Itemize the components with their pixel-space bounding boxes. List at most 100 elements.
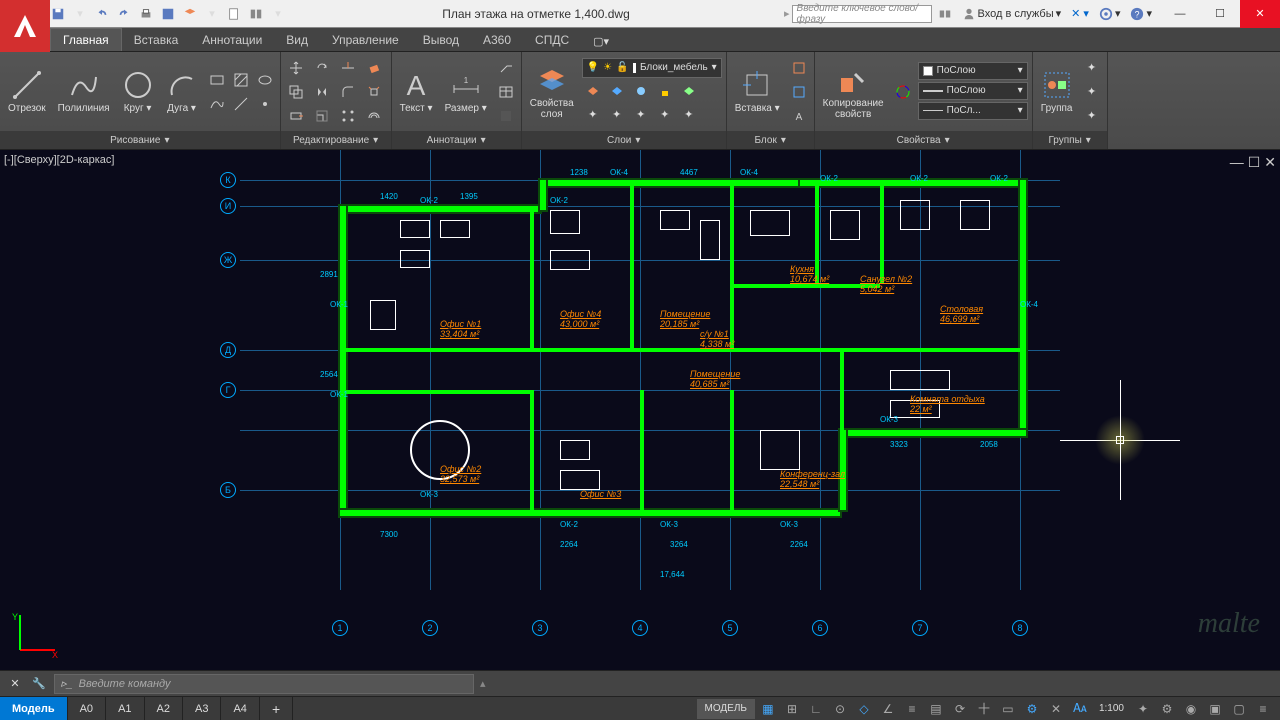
layout-tab-a1[interactable]: А1 bbox=[106, 697, 144, 720]
linetype-selector[interactable]: ПоСл...▾ bbox=[918, 102, 1028, 120]
app-menu-button[interactable] bbox=[0, 0, 50, 52]
hardware-icon[interactable]: ◉ bbox=[1180, 699, 1202, 719]
qat-save-icon[interactable] bbox=[48, 4, 68, 24]
rotate-icon[interactable] bbox=[311, 57, 333, 79]
spline-icon[interactable] bbox=[206, 93, 228, 115]
clean-screen-icon[interactable]: ▢ bbox=[1228, 699, 1250, 719]
group-button[interactable]: Группа bbox=[1037, 67, 1077, 116]
layout-tab-a2[interactable]: А2 bbox=[145, 697, 183, 720]
layer-freeze-icon[interactable] bbox=[630, 80, 652, 102]
scale-display[interactable]: 1:100 bbox=[1093, 703, 1130, 714]
viewport-minimize-icon[interactable]: — bbox=[1230, 154, 1244, 171]
view-label[interactable]: [-][Сверху][2D-каркас] bbox=[4, 154, 114, 166]
command-input[interactable]: ▹_ Введите команду bbox=[54, 674, 474, 694]
match-props-button[interactable]: Копирование свойств bbox=[819, 62, 888, 122]
layer-lock-icon[interactable] bbox=[654, 80, 676, 102]
anno-scale-icon[interactable]: 🗛 bbox=[1069, 699, 1091, 719]
create-block-icon[interactable] bbox=[788, 57, 810, 79]
layer-iso-icon[interactable] bbox=[606, 80, 628, 102]
polyline-button[interactable]: Полилиния bbox=[54, 67, 114, 116]
infocenter-icon[interactable]: ▾ bbox=[1095, 7, 1125, 21]
lweight-icon[interactable]: ≡ bbox=[901, 699, 923, 719]
help-icon[interactable]: ? ▾ bbox=[1126, 7, 1156, 21]
layer-props-button[interactable]: Свойства слоя bbox=[526, 62, 578, 122]
isolate-icon[interactable]: ▣ bbox=[1204, 699, 1226, 719]
dyn-input-icon[interactable]: 十 bbox=[973, 699, 995, 719]
array-icon[interactable] bbox=[337, 105, 359, 127]
tab-annotate[interactable]: Аннотации bbox=[190, 29, 274, 51]
layer-on-icon[interactable]: ✦ bbox=[582, 104, 604, 126]
signin-link[interactable]: Вход в службы ▾ bbox=[958, 7, 1066, 21]
construction-icon[interactable] bbox=[230, 93, 252, 115]
tab-insert[interactable]: Вставка bbox=[122, 29, 191, 51]
cycling-icon[interactable]: ⟳ bbox=[949, 699, 971, 719]
ortho-icon[interactable]: ∟ bbox=[805, 699, 827, 719]
customize-status-icon[interactable]: ≡ bbox=[1252, 699, 1274, 719]
edit-attr-icon[interactable]: A bbox=[788, 105, 810, 127]
layer-uniso-icon[interactable]: ✦ bbox=[606, 104, 628, 126]
ws-switch-icon[interactable]: ⚙ bbox=[1156, 699, 1178, 719]
workspace-icon[interactable]: ⚙ bbox=[1021, 699, 1043, 719]
viewport-close-icon[interactable]: ✕ bbox=[1264, 154, 1276, 171]
layer-thaw-icon[interactable]: ✦ bbox=[630, 104, 652, 126]
panel-groups-title[interactable]: Группы ▾ bbox=[1033, 131, 1107, 149]
dimension-button[interactable]: 1 Размер ▾ bbox=[441, 67, 491, 116]
layer-prev-icon[interactable]: ✦ bbox=[678, 104, 700, 126]
table-icon[interactable] bbox=[495, 81, 517, 103]
offset-icon[interactable] bbox=[363, 105, 385, 127]
panel-annotation-title[interactable]: Аннотации ▾ bbox=[392, 131, 521, 149]
layout-tab-a0[interactable]: А0 bbox=[68, 697, 106, 720]
cmd-customize-icon[interactable]: 🔧 bbox=[30, 675, 48, 693]
qat-undo-icon[interactable] bbox=[92, 4, 112, 24]
qat-more-icon[interactable]: ▾ bbox=[268, 4, 288, 24]
tab-manage[interactable]: Управление bbox=[320, 29, 411, 51]
color-selector[interactable]: ПоСлою▾ bbox=[918, 62, 1028, 80]
qat-props-icon[interactable] bbox=[246, 4, 266, 24]
viewport-maximize-icon[interactable]: ☐ bbox=[1248, 154, 1261, 171]
polar-icon[interactable]: ⊙ bbox=[829, 699, 851, 719]
anno-monitor-icon[interactable]: ✕ bbox=[1045, 699, 1067, 719]
autodesk-360-icon[interactable] bbox=[934, 7, 956, 21]
otrack-icon[interactable]: ∠ bbox=[877, 699, 899, 719]
group-bbox-icon[interactable]: ✦ bbox=[1081, 105, 1103, 127]
layer-selector[interactable]: 💡 ☀ 🔓 Блоки_мебель ▾ bbox=[582, 58, 722, 78]
copy-icon[interactable] bbox=[285, 81, 307, 103]
maximize-button[interactable]: ☐ bbox=[1200, 0, 1240, 28]
trim-icon[interactable] bbox=[337, 57, 359, 79]
tab-visibility-icon[interactable]: ▢▾ bbox=[589, 31, 613, 51]
qat-sheet-icon[interactable] bbox=[224, 4, 244, 24]
qat-redo-icon[interactable] bbox=[114, 4, 134, 24]
close-button[interactable]: ✕ bbox=[1240, 0, 1280, 28]
arc-button[interactable]: Дуга ▾ bbox=[162, 67, 202, 116]
tab-spds[interactable]: СПДС bbox=[523, 29, 581, 51]
qat-layers-icon[interactable] bbox=[180, 4, 200, 24]
layer-off-icon[interactable] bbox=[582, 80, 604, 102]
point-icon[interactable] bbox=[254, 93, 276, 115]
search-input[interactable]: Введите ключевое слово/фразу bbox=[792, 5, 932, 23]
panel-block-title[interactable]: Блок ▾ bbox=[727, 131, 814, 149]
mirror-icon[interactable] bbox=[311, 81, 333, 103]
move-icon[interactable] bbox=[285, 57, 307, 79]
tab-view[interactable]: Вид bbox=[274, 29, 320, 51]
snap-icon[interactable]: ⊞ bbox=[781, 699, 803, 719]
ellipse-icon[interactable] bbox=[254, 69, 276, 91]
group-edit-icon[interactable]: ✦ bbox=[1081, 81, 1103, 103]
rect-icon[interactable] bbox=[206, 69, 228, 91]
panel-modify-title[interactable]: Редактирование ▾ bbox=[281, 131, 391, 149]
line-button[interactable]: Отрезок bbox=[4, 67, 50, 116]
panel-properties-title[interactable]: Свойства ▾ bbox=[815, 131, 1032, 149]
tab-a360[interactable]: A360 bbox=[471, 29, 523, 51]
qat-save2-icon[interactable] bbox=[158, 4, 178, 24]
explode-icon[interactable] bbox=[363, 81, 385, 103]
erase-icon[interactable] bbox=[363, 57, 385, 79]
cmd-close-icon[interactable]: ✕ bbox=[6, 675, 24, 693]
layer-match-icon[interactable] bbox=[678, 80, 700, 102]
transparency-icon[interactable]: ▤ bbox=[925, 699, 947, 719]
hatch-icon[interactable] bbox=[230, 69, 252, 91]
edit-block-icon[interactable] bbox=[788, 81, 810, 103]
exchange-icon[interactable]: ✕ ▾ bbox=[1067, 7, 1093, 20]
layout-tab-add[interactable]: + bbox=[260, 697, 293, 720]
leader-icon[interactable] bbox=[495, 57, 517, 79]
layer-unlock-icon[interactable]: ✦ bbox=[654, 104, 676, 126]
scale-icon[interactable] bbox=[311, 105, 333, 127]
